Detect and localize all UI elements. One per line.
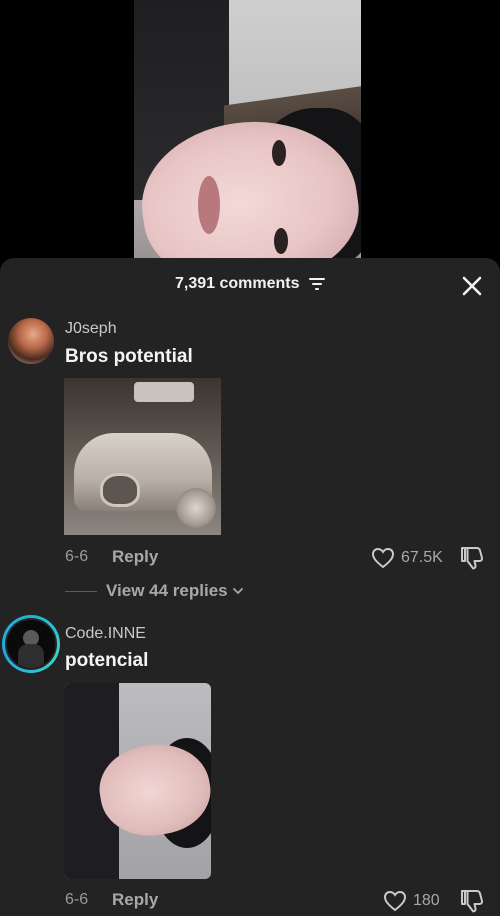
chevron-down-icon [232,588,243,595]
like-button[interactable]: 67.5K [371,545,443,571]
video-frame[interactable] [134,0,361,258]
heart-icon [371,547,395,569]
avatar[interactable] [5,618,57,670]
like-count: 67.5K [401,549,443,566]
avatar[interactable] [8,318,54,364]
sort-filter-icon[interactable] [308,277,325,291]
heart-icon [383,890,407,912]
comment-count[interactable]: 7,391 comments [0,275,500,293]
close-icon[interactable] [460,274,484,298]
image-ceiling-beam [134,382,194,402]
avatar-story-ring[interactable] [2,615,60,673]
dislike-icon[interactable] [459,888,485,914]
view-replies-button[interactable]: View 44 replies [65,580,244,602]
comments-header: 7,391 comments [0,258,500,310]
comment-date: 6-6 [65,891,89,908]
comment-image[interactable] [64,378,221,535]
replies-divider [65,590,97,592]
image-car-wheel [176,488,216,528]
comment-count-label: 7,391 comments [175,275,300,292]
comment-text: Bros potential [65,346,193,367]
comment-image[interactable] [64,683,211,879]
reply-button[interactable]: Reply [112,890,158,910]
video-eye [274,228,288,254]
image-car-grill [100,473,140,507]
dislike-icon[interactable] [459,545,485,571]
view-replies-label: View 44 replies [106,581,228,600]
video-player[interactable] [0,0,500,258]
avatar-body [18,644,44,668]
video-mouth [198,176,220,234]
video-eye [272,140,286,166]
comment-username[interactable]: J0seph [65,320,117,338]
comment-meta-row: 6-6 Reply 180 [0,888,500,914]
comment-meta-row: 6-6 Reply 67.5K [0,545,500,571]
comments-panel: 7,391 comments J0seph Bros potential 6-6… [0,258,500,916]
like-count: 180 [413,892,440,909]
comment-date: 6-6 [65,548,89,565]
comment-text: potencial [65,650,149,671]
reply-button[interactable]: Reply [112,547,158,567]
comment-username[interactable]: Code.INNE [65,625,146,643]
like-button[interactable]: 180 [383,888,440,914]
